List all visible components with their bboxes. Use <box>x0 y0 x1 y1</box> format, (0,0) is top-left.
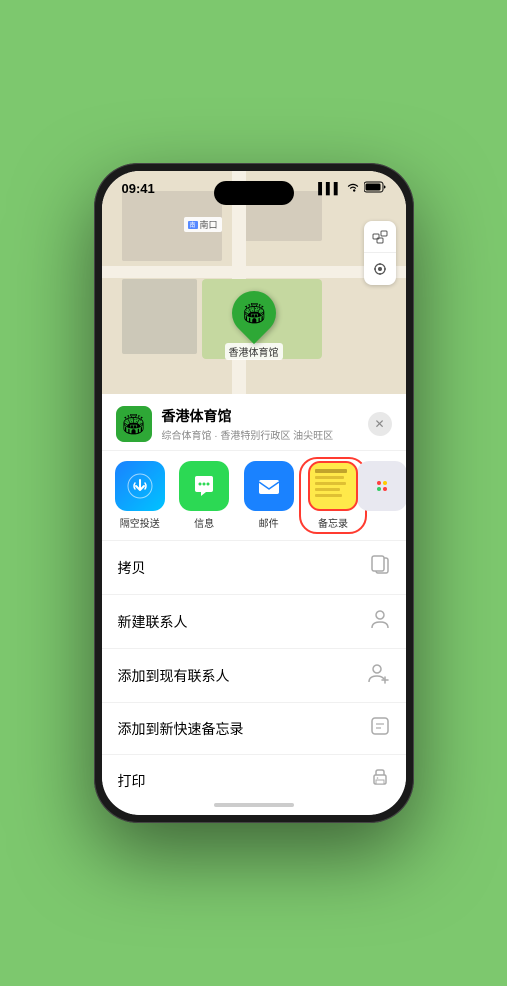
home-indicator-area <box>102 799 406 815</box>
print-label: 打印 <box>118 771 146 791</box>
note-icon <box>370 716 390 741</box>
share-item-more[interactable] <box>367 461 397 530</box>
airdrop-label: 隔空投送 <box>120 515 160 530</box>
quick-note-label: 添加到新快速备忘录 <box>118 719 244 739</box>
dynamic-island <box>214 181 294 205</box>
map-type-button[interactable] <box>364 221 396 253</box>
map-block <box>122 279 197 354</box>
map-road <box>102 266 406 278</box>
location-button[interactable] <box>364 253 396 285</box>
map-label: 南 南口 <box>184 217 222 232</box>
note-line <box>315 476 344 479</box>
share-item-messages[interactable]: 信息 <box>174 461 234 530</box>
dot-red <box>377 481 381 485</box>
more-icon <box>357 461 405 511</box>
location-header: 🏟 香港体育馆 综合体育馆 · 香港特别行政区 油尖旺区 ✕ <box>102 394 406 451</box>
status-time: 09:41 <box>122 181 155 196</box>
wifi-icon <box>346 182 360 196</box>
note-line <box>315 494 342 497</box>
location-stadium-icon: 🏟 <box>121 412 146 437</box>
pin-shape: 🏟 <box>222 282 284 344</box>
home-indicator <box>214 803 294 807</box>
notes-icon <box>308 461 358 511</box>
map-label-icon: 南 <box>188 221 198 229</box>
mail-label: 邮件 <box>259 515 279 530</box>
dot-red2 <box>383 487 387 491</box>
add-contact-label: 添加到现有联系人 <box>118 666 230 686</box>
pin-stadium-icon: 🏟 <box>241 301 266 326</box>
map-controls <box>364 221 396 285</box>
mail-icon <box>244 461 294 511</box>
share-item-mail[interactable]: 邮件 <box>238 461 298 530</box>
location-info: 香港体育馆 综合体育馆 · 香港特别行政区 油尖旺区 <box>162 406 358 442</box>
signal-icon: ▌▌▌ <box>318 183 341 195</box>
new-contact-label: 新建联系人 <box>118 612 188 632</box>
battery-icon <box>364 181 386 196</box>
share-icons-row: 隔空投送 信息 <box>102 451 406 541</box>
location-icon: 🏟 <box>116 406 152 442</box>
pin-label: 香港体育馆 <box>225 343 283 360</box>
phone-frame: 09:41 ▌▌▌ <box>94 163 414 823</box>
action-item-new-contact[interactable]: 新建联系人 <box>102 595 406 649</box>
airdrop-icon <box>115 461 165 511</box>
action-item-print[interactable]: 打印 <box>102 755 406 799</box>
note-line <box>315 469 347 473</box>
stadium-pin: 🏟 香港体育馆 <box>225 291 283 360</box>
close-icon: ✕ <box>374 417 384 431</box>
copy-icon <box>370 554 390 581</box>
more-dots <box>377 481 387 491</box>
share-item-airdrop[interactable]: 隔空投送 <box>110 461 170 530</box>
dot-yellow <box>383 481 387 485</box>
share-item-notes[interactable]: 备忘录 <box>303 461 363 530</box>
print-icon <box>370 768 390 793</box>
dot-green <box>377 487 381 491</box>
note-line <box>315 482 346 485</box>
note-line <box>315 488 340 491</box>
action-list: 拷贝 新建联系人 <box>102 541 406 799</box>
action-item-copy[interactable]: 拷贝 <box>102 541 406 595</box>
phone-screen: 09:41 ▌▌▌ <box>102 171 406 815</box>
dot-row-1 <box>377 481 387 485</box>
close-button[interactable]: ✕ <box>368 412 392 436</box>
notes-label: 备忘录 <box>318 515 348 530</box>
location-name: 香港体育馆 <box>162 406 358 426</box>
action-item-add-contact[interactable]: 添加到现有联系人 <box>102 649 406 703</box>
bottom-sheet: 🏟 香港体育馆 综合体育馆 · 香港特别行政区 油尖旺区 ✕ <box>102 394 406 815</box>
person-plus-icon <box>368 662 390 689</box>
messages-label: 信息 <box>194 515 214 530</box>
messages-icon <box>179 461 229 511</box>
person-icon <box>370 608 390 635</box>
dot-row-2 <box>377 487 387 491</box>
action-item-quick-note[interactable]: 添加到新快速备忘录 <box>102 703 406 755</box>
map-block <box>122 231 202 261</box>
location-description: 综合体育馆 · 香港特别行政区 油尖旺区 <box>162 427 358 442</box>
status-icons: ▌▌▌ <box>318 181 385 196</box>
copy-label: 拷贝 <box>118 558 146 578</box>
notes-icon-inner <box>310 463 356 509</box>
